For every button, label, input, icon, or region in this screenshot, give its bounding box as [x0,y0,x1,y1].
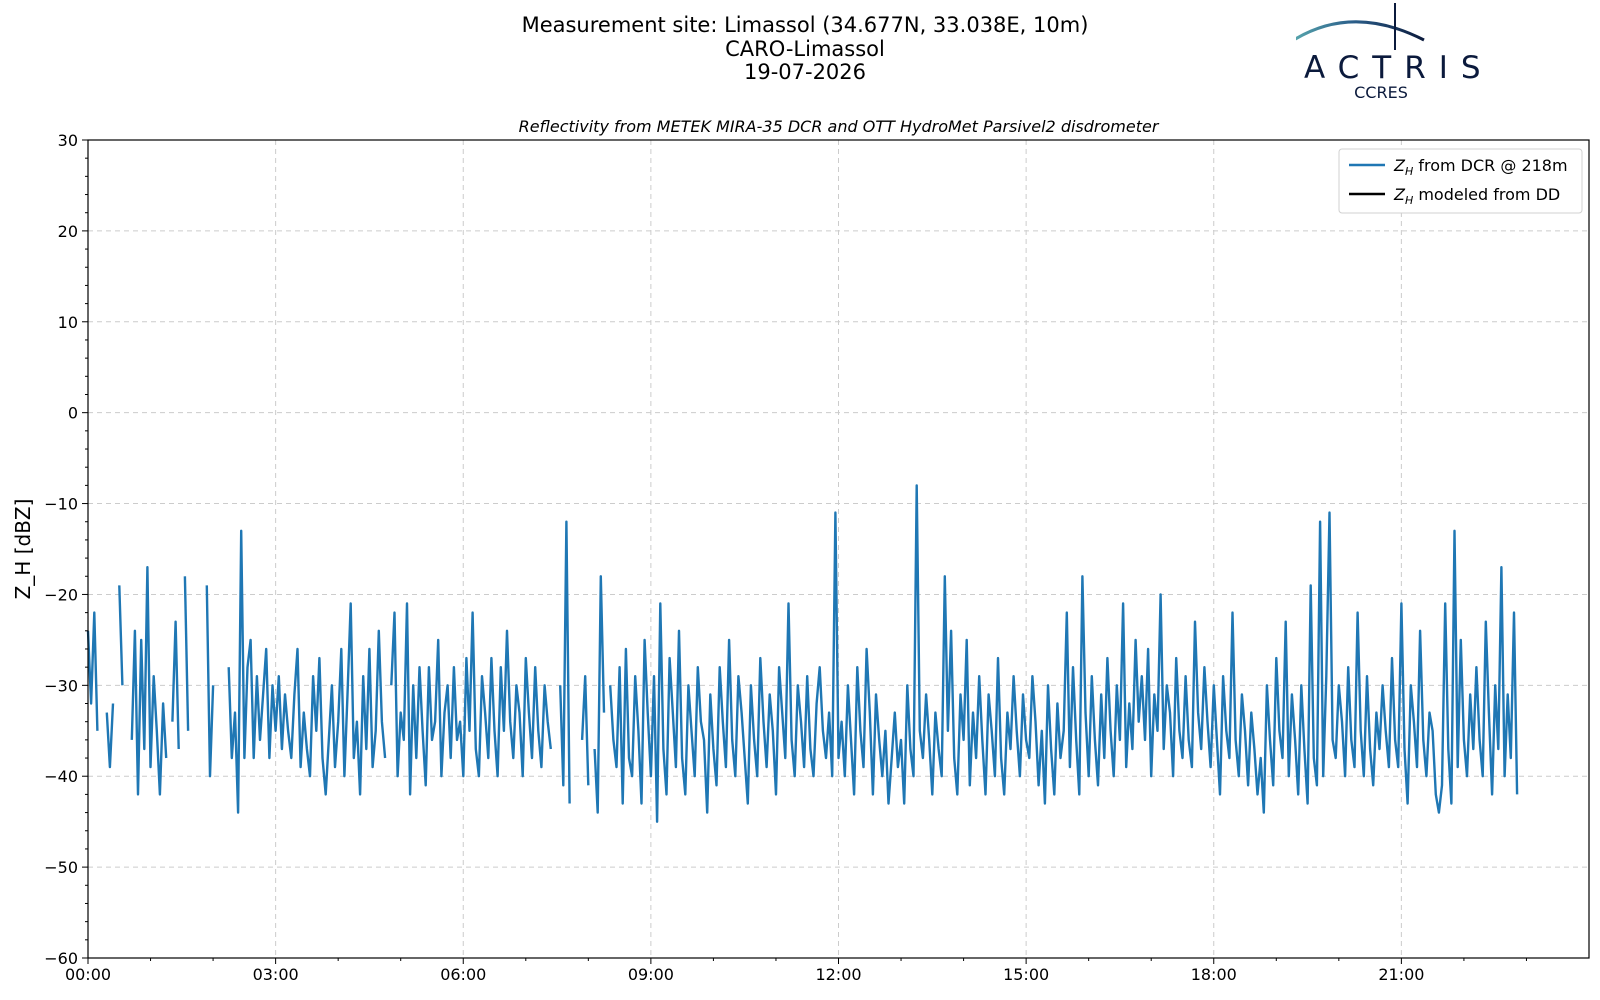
dcr-series-line [580,675,590,786]
y-tick-label: −40 [44,767,78,786]
legend: ZH from DCR @ 218m ZH modeled from DD [1338,148,1583,214]
reflectivity-chart: Reflectivity from METEK MIRA-35 DCR and … [11,117,1590,984]
dcr-series-line [227,529,387,814]
y-tick-label: 30 [58,131,78,150]
dcr-series-line [171,620,180,750]
y-tick-label: −30 [44,676,78,695]
dcr-series-line [105,703,115,769]
y-axis-label: Z_H [dBZ] [11,499,35,600]
y-tick-label: 0 [68,404,78,423]
x-tick-label: 03:00 [253,965,299,984]
y-tick-label: −10 [44,495,78,514]
y-tick-label: −20 [44,585,78,604]
dcr-series-line [86,611,99,731]
dcr-series-line [390,602,552,796]
y-tick-label: −60 [44,949,78,968]
y-tick-label: 10 [58,313,78,332]
dcr-series-line [593,575,606,814]
dcr-series-line [183,576,190,731]
dcr-series-line [609,484,1519,823]
dcr-series-line [559,520,571,804]
x-tick-label: 12:00 [815,965,861,984]
x-tick-label: 09:00 [628,965,674,984]
x-tick-label: 15:00 [1003,965,1049,984]
chart-title: Reflectivity from METEK MIRA-35 DCR and … [519,117,1160,136]
dcr-series-line [205,585,215,778]
y-tick-label: −50 [44,858,78,877]
x-tick-label: 21:00 [1378,965,1424,984]
legend-label: ZH modeled from DD [1393,185,1560,207]
y-tick-label: 20 [58,222,78,241]
x-tick-label: 06:00 [440,965,486,984]
dcr-series-line [130,566,168,796]
legend-label: ZH from DCR @ 218m [1393,156,1568,178]
x-tick-label: 18:00 [1191,965,1237,984]
dcr-series-line [118,585,124,686]
